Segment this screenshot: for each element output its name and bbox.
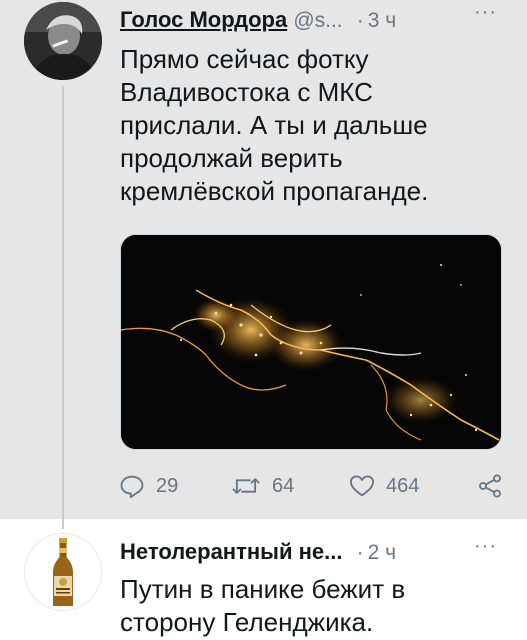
reply-tweet-timestamp[interactable]: 2 ч bbox=[368, 541, 396, 564]
author-name[interactable]: Голос Мордора bbox=[120, 7, 287, 32]
thread-connector-line bbox=[62, 86, 64, 529]
reply-tweet-header: Нетолерантный не... · 2 ч bbox=[120, 538, 396, 567]
reply-icon bbox=[120, 475, 144, 499]
reply-author-name[interactable]: Нетолерантный не... bbox=[120, 539, 342, 564]
tweet-header: Голос Мордора @s... · 3 ч bbox=[120, 6, 396, 35]
author-avatar[interactable] bbox=[24, 2, 102, 80]
more-options-icon[interactable]: ··· bbox=[474, 536, 497, 556]
reply-author-avatar[interactable] bbox=[24, 533, 102, 611]
share-icon bbox=[479, 474, 501, 498]
separator-dot: · bbox=[356, 9, 364, 32]
reply-count: 29 bbox=[156, 474, 179, 497]
separator-dot: · bbox=[356, 541, 364, 564]
like-button[interactable]: 464 bbox=[348, 470, 419, 502]
share-button[interactable] bbox=[476, 470, 504, 502]
retweet-count: 64 bbox=[272, 474, 295, 497]
city-lights-night-photo-icon bbox=[121, 235, 501, 449]
person-photo-icon bbox=[24, 2, 102, 80]
retweet-icon bbox=[232, 478, 260, 494]
tweet-timestamp[interactable]: 3 ч bbox=[368, 9, 396, 32]
reply-tweet-text: Путин в панике бежит в сторону Геленджик… bbox=[120, 574, 406, 637]
heart-icon bbox=[349, 475, 375, 497]
like-count: 464 bbox=[386, 474, 420, 497]
tweet-actions-bar: 29 64 464 bbox=[118, 470, 506, 502]
author-handle[interactable]: @s... bbox=[293, 9, 342, 32]
more-options-icon[interactable]: ··· bbox=[474, 2, 497, 22]
tweet-text: Прямо сейчас фотку Владивостока с МКС пр… bbox=[120, 44, 429, 206]
tweet-media-image[interactable] bbox=[120, 234, 502, 450]
reply-button[interactable]: 29 bbox=[118, 470, 178, 502]
retweet-button[interactable]: 64 bbox=[230, 470, 294, 502]
beer-bottle-icon bbox=[25, 534, 101, 610]
